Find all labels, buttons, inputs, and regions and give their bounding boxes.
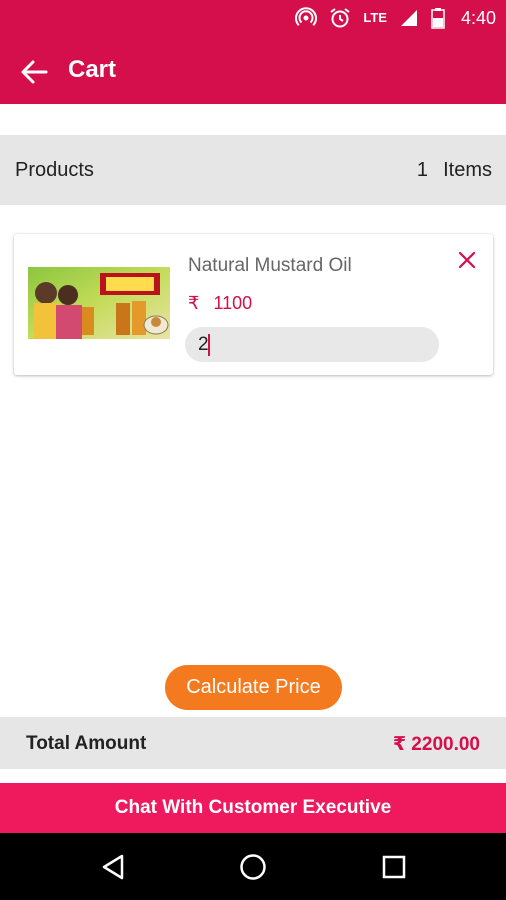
quantity-input[interactable] [185, 327, 439, 362]
status-bar: LTE 4:40 [0, 0, 506, 36]
total-value: ₹ 2200.00 [392, 734, 480, 755]
nav-home-button[interactable] [237, 851, 269, 883]
battery-icon [431, 7, 445, 29]
status-time: 4:40 [460, 7, 496, 28]
remove-item-button[interactable] [455, 248, 479, 272]
products-header: Products 1 Items [0, 135, 506, 205]
product-name: Natural Mustard Oil [188, 255, 352, 276]
calculate-price-button[interactable]: Calculate Price [165, 665, 342, 710]
lte-indicator: LTE [363, 10, 387, 25]
alarm-icon [329, 7, 351, 29]
arrow-left-icon [21, 60, 48, 84]
nav-recents-button[interactable] [378, 851, 410, 883]
product-image[interactable] [28, 267, 170, 339]
items-count: 1 [416, 159, 428, 181]
close-icon [458, 251, 476, 269]
page-title: Cart [68, 56, 117, 83]
system-nav-bar [0, 833, 506, 900]
product-price: ₹1100 [188, 293, 252, 314]
price-value: 1100 [213, 293, 253, 313]
home-circle-icon [240, 854, 266, 880]
items-label: Items [443, 159, 492, 181]
back-button[interactable] [16, 54, 52, 90]
text-cursor [208, 334, 210, 356]
products-label: Products [15, 159, 94, 181]
cart-item-card: Natural Mustard Oil ₹1100 [14, 234, 493, 375]
hotspot-icon [295, 7, 318, 29]
recents-square-icon [382, 855, 406, 879]
total-bar: Total Amount ₹ 2200.00 [0, 717, 506, 769]
currency-symbol: ₹ [188, 293, 200, 313]
app-bar: Cart [0, 36, 506, 104]
total-label: Total Amount [26, 733, 147, 754]
signal-icon [399, 8, 419, 28]
nav-back-button[interactable] [97, 851, 129, 883]
back-triangle-icon [102, 854, 124, 880]
chat-customer-executive-button[interactable]: Chat With Customer Executive [0, 783, 506, 833]
status-icons: LTE 4:40 [295, 0, 496, 36]
